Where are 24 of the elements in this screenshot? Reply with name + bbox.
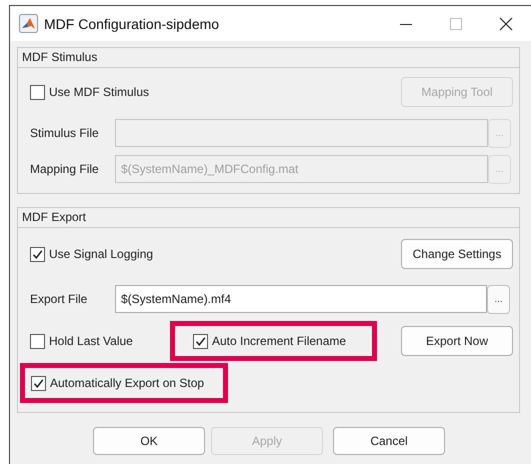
field-label: Stimulus File	[30, 126, 100, 140]
button[interactable]: Change Settings	[401, 239, 513, 269]
close-icon[interactable]	[499, 16, 513, 30]
checkbox[interactable]	[31, 376, 46, 390]
window-title: MDF Configuration-sipdemo	[44, 16, 220, 32]
button[interactable]: OK	[93, 427, 205, 455]
app-icon	[19, 14, 38, 33]
browse-button[interactable]: ...	[487, 284, 510, 314]
checkbox[interactable]	[30, 334, 45, 348]
button[interactable]: Export Now	[401, 326, 513, 356]
field-label: Export File	[30, 292, 88, 306]
checkbox[interactable]	[30, 84, 45, 100]
field-label: Mapping File	[30, 162, 100, 176]
checkbox[interactable]	[193, 334, 208, 348]
panel-title: MDF Stimulus	[18, 48, 519, 68]
panel-title: MDF Export	[18, 208, 519, 228]
checkbox[interactable]	[30, 246, 45, 262]
checkbox-label[interactable]: Hold Last Value	[49, 334, 133, 348]
checkbox-label[interactable]: Use MDF Stimulus	[49, 85, 150, 99]
checkbox-label[interactable]: Auto Increment Filename	[212, 334, 346, 348]
text-field[interactable]: $(SystemName).mf4	[115, 285, 487, 313]
checkbox-label[interactable]: Automatically Export on Stop	[50, 376, 204, 390]
checkbox-label[interactable]: Use Signal Logging	[49, 247, 154, 261]
button[interactable]: Cancel	[333, 427, 445, 455]
